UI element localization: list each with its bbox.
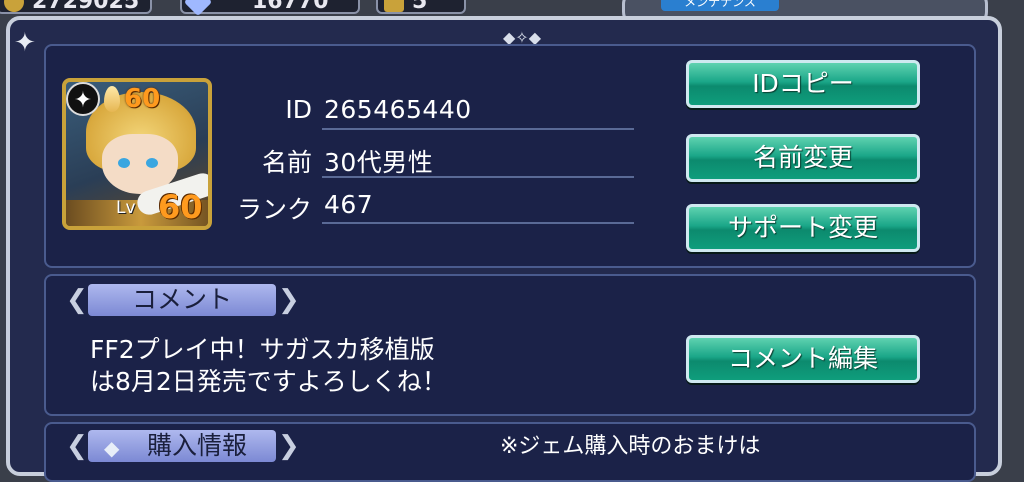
coin-icon: [4, 0, 24, 12]
purchase-note: ※ジェム購入時のおまけは: [500, 434, 761, 459]
maintenance-label: メンテナンス: [661, 0, 779, 11]
comment-text: FF2プレイ中！サガスカ移植版 は8月2日発売ですよろしくね！: [90, 334, 447, 398]
support-change-button[interactable]: サポート変更: [686, 204, 920, 252]
name-value: 30代男性: [324, 148, 434, 177]
avatar-level-badge: 60: [124, 84, 161, 114]
gem-counter: 16770: [180, 0, 360, 17]
ticket-counter: 5: [376, 0, 466, 14]
gem-value: 16770: [252, 0, 329, 14]
comment-line-2: は8月2日発売ですよろしくね！: [90, 367, 447, 396]
ticket-value: 5: [412, 0, 428, 14]
id-value: 265465440: [324, 95, 472, 124]
comment-title: コメント: [88, 284, 276, 316]
crystal-icon: [104, 86, 120, 112]
id-label: ID: [285, 95, 312, 124]
right-wing-icon: ❯: [278, 285, 300, 315]
comment-line-1: FF2プレイ中！サガスカ移植版: [90, 335, 435, 364]
avatar-lv-value: 60: [158, 188, 203, 226]
right-wing-icon: ❯: [278, 431, 300, 461]
name-change-button[interactable]: 名前変更: [686, 134, 920, 182]
crystal-icon: [183, 0, 213, 17]
corner-ornament-icon: ✦: [14, 28, 36, 58]
avatar[interactable]: ✦ 60 Lv 60: [62, 78, 212, 230]
rank-underline: [322, 222, 634, 224]
avatar-eye: [146, 158, 158, 168]
gil-counter: 2729025: [0, 0, 152, 14]
comment-edit-button[interactable]: コメント編集: [686, 335, 920, 383]
purchase-header: ❮ 購入情報 ❯: [66, 430, 300, 462]
avatar-eye: [118, 158, 130, 168]
name-underline: [322, 176, 634, 178]
shuriken-icon: ✦: [66, 82, 100, 116]
name-label: 名前: [261, 148, 312, 177]
diamond-icon: ◆: [104, 436, 120, 460]
resource-bar: 2729025 16770 5 メンテナンス: [0, 0, 1024, 26]
rank-label: ランク: [236, 195, 312, 224]
id-copy-button[interactable]: IDコピー: [686, 60, 920, 108]
id-underline: [322, 128, 634, 130]
gil-value: 2729025: [32, 0, 140, 14]
rank-value: 467: [324, 190, 374, 219]
avatar-lv-label: Lv: [116, 198, 136, 218]
ticket-icon: [384, 0, 404, 12]
comment-header: ❮ コメント ❯: [66, 284, 300, 316]
